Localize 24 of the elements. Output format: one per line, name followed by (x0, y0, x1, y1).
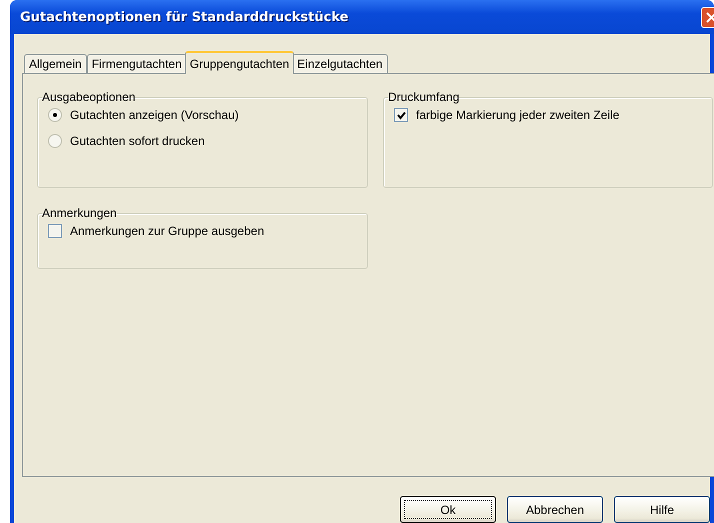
radio-label: Gutachten anzeigen (Vorschau) (70, 108, 239, 122)
dialog-button[interactable]: Hilfe (614, 496, 710, 523)
dialog-button[interactable]: Abbrechen (507, 496, 603, 523)
checkbox-option[interactable]: Anmerkungen zur Gruppe ausgeben (48, 224, 357, 238)
tab[interactable]: Gruppengutachten (184, 51, 294, 74)
checkbox-label: farbige Markierung jeder zweiten Zeile (416, 108, 620, 122)
radio-button[interactable] (48, 108, 62, 122)
tab[interactable]: Einzelgutachten (292, 54, 388, 74)
checkbox-label: Anmerkungen zur Gruppe ausgeben (70, 224, 264, 238)
checkbox[interactable] (394, 108, 408, 122)
radio-button[interactable] (48, 134, 62, 148)
radio-label: Gutachten sofort drucken (70, 134, 205, 148)
group-title: Druckumfang (388, 90, 460, 104)
dialog-button[interactable]: Ok (400, 496, 496, 523)
radio-option[interactable]: Gutachten anzeigen (Vorschau) (48, 108, 357, 122)
group-title: Ausgabeoptionen (42, 90, 136, 104)
group-title: Anmerkungen (42, 206, 117, 220)
window-title: Gutachtenoptionen für Standarddruckstücke (20, 10, 348, 24)
close-icon (706, 12, 714, 22)
tab[interactable]: Firmengutachten (86, 54, 187, 74)
checkbox-option[interactable]: farbige Markierung jeder zweiten Zeile (394, 108, 702, 122)
checkbox[interactable] (48, 224, 62, 238)
tab[interactable]: Allgemein (24, 54, 87, 74)
radio-option[interactable]: Gutachten sofort drucken (48, 134, 357, 148)
